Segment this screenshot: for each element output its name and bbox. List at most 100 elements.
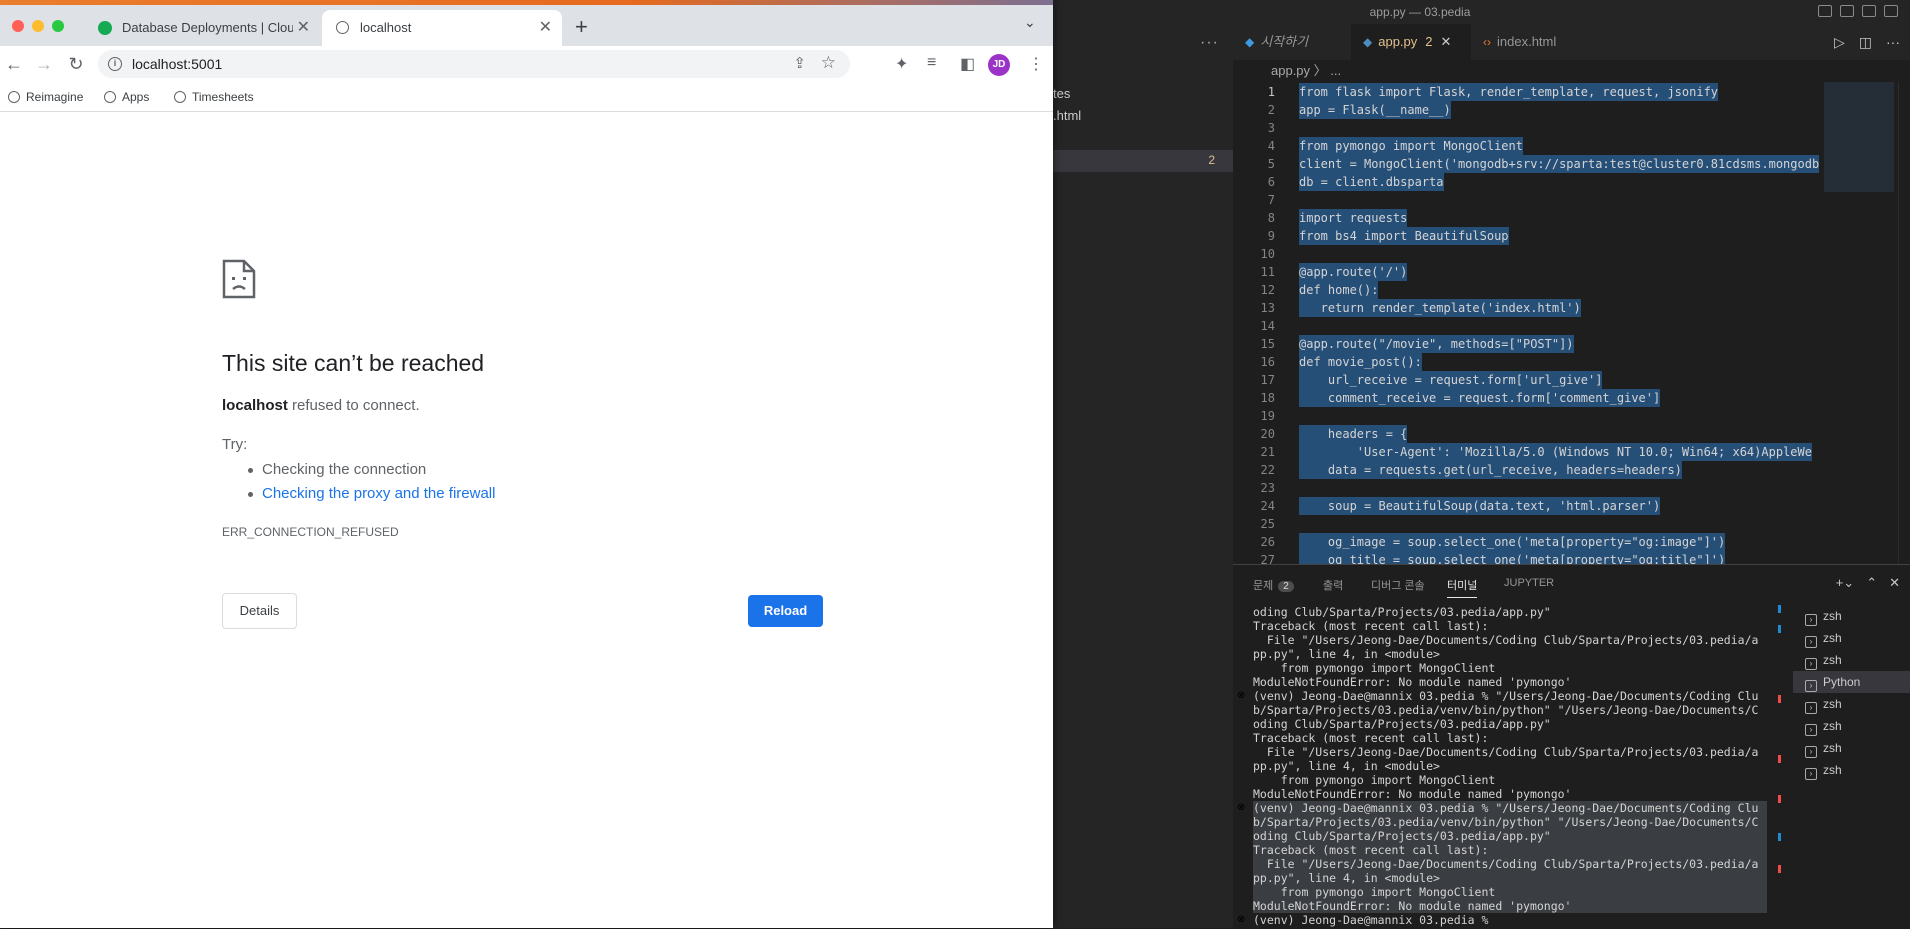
- terminal-list-item[interactable]: › zsh: [1793, 627, 1910, 649]
- tab-search-icon[interactable]: ⌄: [1024, 14, 1036, 31]
- terminal-icon: ›: [1805, 702, 1817, 714]
- terminal-line: (venv) Jeong-Dae@mannix 03.pedia % "/Use…: [1253, 689, 1759, 703]
- zoom-window-button[interactable]: [52, 20, 64, 32]
- tab-index-html[interactable]: ‹› index.html: [1471, 24, 1591, 60]
- details-button[interactable]: Details: [222, 593, 297, 629]
- terminal-list-item[interactable]: › zsh: [1793, 737, 1910, 759]
- back-icon[interactable]: ←: [2, 52, 26, 76]
- media-controls-icon[interactable]: ≡: [927, 54, 936, 72]
- explorer-item[interactable]: .html: [1053, 108, 1081, 123]
- terminal-list-item[interactable]: › zsh: [1793, 605, 1910, 627]
- toggle-secondary-sidebar-icon[interactable]: [1862, 5, 1876, 17]
- url-text[interactable]: localhost:5001: [132, 50, 222, 78]
- address-bar[interactable]: i localhost:5001 ⇪ ☆: [98, 50, 850, 78]
- code-line: 5 client = MongoClient('mongodb+srv://spa…: [1233, 155, 1910, 173]
- line-number: 18: [1260, 391, 1275, 405]
- code-line: 13 return render_template('index.html'): [1233, 299, 1910, 317]
- command-status-icon[interactable]: ⊗: [1237, 801, 1245, 815]
- customize-layout-icon[interactable]: [1884, 5, 1898, 17]
- editor-scrollbar[interactable]: [1898, 82, 1910, 564]
- terminal-output[interactable]: oding Club/Sparta/Projects/03.pedia/app.…: [1233, 605, 1767, 929]
- more-actions-icon[interactable]: ···: [1200, 34, 1219, 52]
- line-number: 2: [1267, 103, 1275, 117]
- share-icon[interactable]: ⇪: [793, 54, 806, 72]
- tab-localhost[interactable]: localhost ✕: [322, 10, 562, 46]
- tab-terminal[interactable]: 터미널: [1447, 577, 1478, 598]
- explorer-item-selected[interactable]: 2: [1053, 150, 1233, 172]
- close-icon[interactable]: ✕: [1889, 575, 1900, 591]
- terminal-icon: ›: [1805, 614, 1817, 626]
- bookmark-timesheets[interactable]: Timesheets: [174, 87, 254, 107]
- editor-actions: ▷ ◫ ···: [1834, 24, 1900, 60]
- minimap[interactable]: [1824, 82, 1894, 192]
- code-line: 23: [1233, 479, 1910, 497]
- terminal-icon: ›: [1805, 724, 1817, 736]
- terminal-list-item[interactable]: › zsh: [1793, 693, 1910, 715]
- bookmark-star-icon[interactable]: ☆: [821, 53, 836, 73]
- new-terminal-icon[interactable]: +⌄: [1836, 575, 1854, 591]
- window-title: app.py — 03.pedia: [1369, 5, 1471, 19]
- line-number: 1: [1267, 85, 1275, 99]
- avatar[interactable]: JD: [988, 54, 1010, 76]
- close-icon[interactable]: ✕: [1441, 34, 1452, 49]
- terminal-list-item[interactable]: › zsh: [1793, 649, 1910, 671]
- terminal-list-item[interactable]: › zsh: [1793, 715, 1910, 737]
- error-description: localhost refused to connect.: [222, 397, 420, 414]
- tab-debug-console[interactable]: 디버그 콘솔: [1371, 577, 1425, 593]
- tab-database-deployments[interactable]: Database Deployments | Cloud ✕: [84, 10, 320, 46]
- globe-icon: [8, 91, 20, 103]
- maximize-panel-icon[interactable]: ⌃: [1866, 575, 1877, 591]
- terminal-line: oding Club/Sparta/Projects/03.pedia/app.…: [1253, 829, 1767, 843]
- toggle-panel-icon[interactable]: [1840, 5, 1854, 17]
- more-actions-icon[interactable]: ···: [1886, 24, 1900, 60]
- run-icon[interactable]: ▷: [1834, 24, 1845, 60]
- site-info-icon[interactable]: i: [108, 57, 122, 71]
- command-status-icon[interactable]: ⊗: [1237, 689, 1245, 703]
- close-window-button[interactable]: [12, 20, 24, 32]
- reload-icon[interactable]: ↻: [64, 52, 88, 76]
- split-editor-icon[interactable]: ◫: [1859, 24, 1872, 60]
- bookmark-reimagine[interactable]: Reimagine: [8, 87, 83, 107]
- breadcrumb[interactable]: app.py 〉 ...: [1233, 60, 1341, 82]
- code-line: 10: [1233, 245, 1910, 263]
- code-text: db = client.dbsparta: [1299, 173, 1444, 191]
- reload-button[interactable]: Reload: [748, 595, 823, 627]
- extensions-icon[interactable]: ✦: [895, 54, 908, 74]
- mongodb-leaf-icon: [98, 21, 112, 35]
- code-text: comment_receive = request.form['comment_…: [1299, 389, 1661, 407]
- line-number: 22: [1260, 463, 1275, 477]
- code-editor[interactable]: 1 from flask import Flask, render_templat…: [1233, 82, 1910, 564]
- accent-bar: [0, 0, 1053, 5]
- tab-app-py[interactable]: ◆ app.py 2 ✕: [1351, 24, 1471, 60]
- close-icon[interactable]: ✕: [292, 10, 310, 46]
- bookmark-apps[interactable]: Apps: [104, 87, 149, 107]
- code-line: 15 @app.route("/movie", methods=["POST"]): [1233, 335, 1910, 353]
- minimize-window-button[interactable]: [32, 20, 44, 32]
- code-line: 11 @app.route('/'): [1233, 263, 1910, 281]
- code-line: 27 og_title = soup.select_one('meta[prop…: [1233, 551, 1910, 564]
- side-panel-icon[interactable]: ◧: [960, 54, 975, 74]
- tab-problems[interactable]: 문제 2: [1253, 577, 1294, 593]
- code-text: def home():: [1299, 281, 1379, 299]
- toggle-sidebar-icon[interactable]: [1818, 5, 1832, 17]
- command-status-icon[interactable]: ⊗: [1237, 913, 1245, 927]
- suggestion-proxy-firewall-link[interactable]: Checking the proxy and the firewall: [247, 482, 495, 506]
- try-label: Try:: [222, 436, 248, 453]
- tab-output[interactable]: 출력: [1323, 577, 1343, 593]
- new-tab-icon[interactable]: +: [575, 16, 588, 38]
- tab-jupyter[interactable]: JUPYTER: [1504, 577, 1554, 589]
- terminal-list-item[interactable]: › Python: [1793, 671, 1910, 693]
- close-icon[interactable]: ✕: [539, 10, 552, 46]
- tab-welcome[interactable]: ◆ 시작하기: [1233, 24, 1351, 60]
- terminal-list-label: Python: [1823, 675, 1861, 689]
- vscode-logo-icon: ◆: [1245, 35, 1255, 49]
- forward-icon[interactable]: →: [32, 52, 56, 76]
- code-text: from flask import Flask, render_template…: [1299, 83, 1719, 101]
- menu-icon[interactable]: ⋮: [1028, 54, 1044, 74]
- explorer-item[interactable]: tes: [1053, 86, 1070, 101]
- code-line: 19: [1233, 407, 1910, 425]
- terminal-icon: ›: [1805, 636, 1817, 648]
- code-text: from pymongo import MongoClient: [1299, 137, 1523, 155]
- terminal-icon: ›: [1805, 680, 1817, 692]
- terminal-list-item[interactable]: › zsh: [1793, 759, 1910, 781]
